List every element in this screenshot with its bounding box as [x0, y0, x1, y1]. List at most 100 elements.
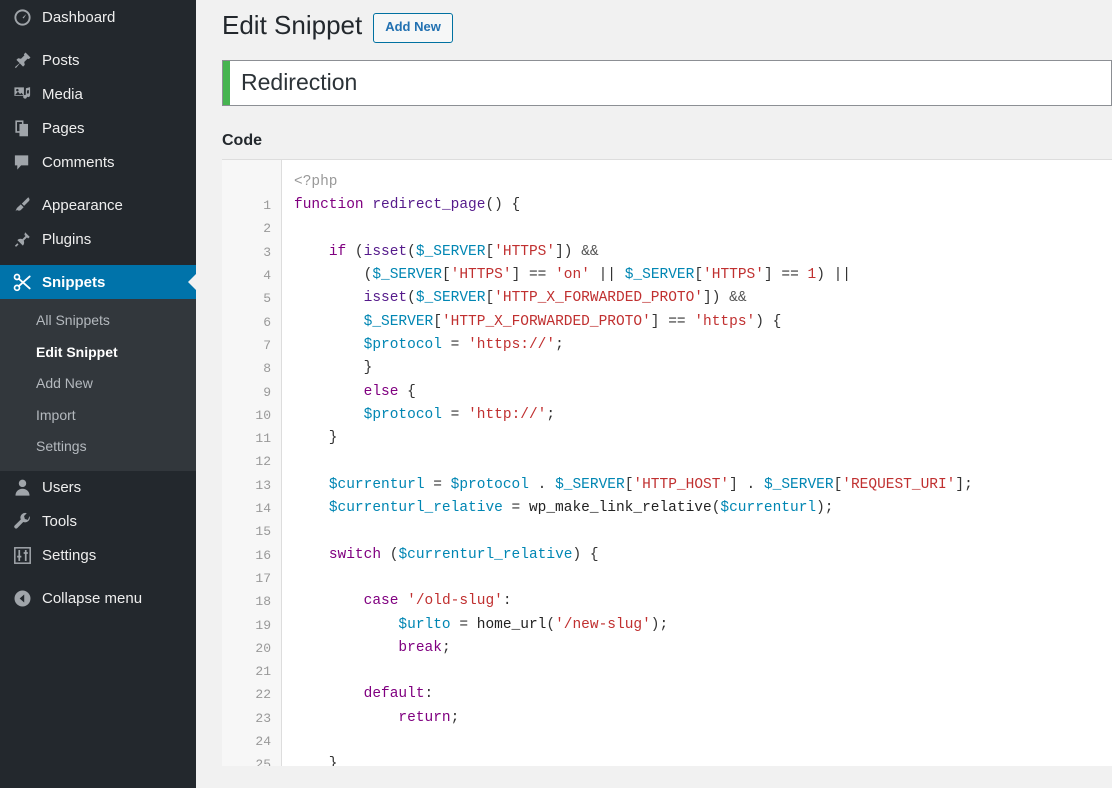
code-token-kw: case: [363, 593, 399, 610]
code-token-kw: return: [398, 709, 451, 726]
sidebar-item-tools[interactable]: Tools: [0, 505, 196, 539]
code-token-var: $_SERVER: [372, 267, 442, 284]
code-line: if (isset($_SERVER['HTTPS']) &&: [294, 241, 1112, 264]
line-number: 12: [255, 454, 271, 470]
plug-icon: [12, 229, 32, 249]
php-open-tag: <?php: [294, 173, 338, 190]
code-token-var: $_SERVER: [624, 267, 695, 284]
line-number: 16: [255, 547, 271, 563]
code-token-pl: =: [441, 336, 469, 353]
sidebar-item-media[interactable]: Media: [0, 77, 196, 111]
sidebar-item-dashboard[interactable]: Dashboard: [0, 0, 196, 34]
snippet-active-accent-bar: [223, 60, 231, 105]
code-token-pl: }: [294, 430, 338, 447]
snippet-title-input[interactable]: [231, 60, 1111, 105]
code-token-pl: =: [502, 500, 529, 517]
code-token-var: $_SERVER: [415, 290, 486, 307]
pin-icon: [12, 50, 32, 70]
line-number: 6: [263, 314, 271, 330]
code-token-pl: }: [294, 360, 373, 377]
add-new-button[interactable]: Add New: [373, 13, 453, 43]
code-token-str: 'HTTP_X_FORWARDED_PROTO': [441, 313, 651, 330]
code-token-pl: (: [346, 243, 364, 260]
submenu-item-edit-snippet[interactable]: Edit Snippet: [0, 337, 196, 369]
line-number: 18: [255, 594, 271, 610]
submenu-item-add-new[interactable]: Add New: [0, 368, 196, 400]
code-token-op: &&: [729, 290, 747, 307]
code-token-pl: ||: [589, 267, 625, 284]
sidebar-item-collapse-menu[interactable]: Collapse menu: [0, 582, 196, 616]
sidebar-submenu-snippets: All Snippets Edit Snippet Add New Import Set…: [0, 299, 196, 471]
code-token-str: 'https://': [468, 336, 556, 353]
code-section-label: Code: [222, 131, 262, 149]
code-editor[interactable]: .123456789101112131415161718192021222324…: [222, 158, 1112, 766]
comments-icon: [12, 152, 32, 172]
code-token-pl: (: [546, 616, 556, 633]
sidebar-item-label: Media: [42, 85, 83, 103]
code-token-pl: [: [441, 267, 451, 284]
page-header: Edit Snippet Add New: [196, 0, 1112, 43]
code-line: }: [294, 357, 1112, 380]
line-number: 22: [255, 687, 271, 703]
code-token-pl: ];: [955, 476, 973, 493]
brush-icon: [12, 195, 32, 215]
sidebar-item-label: Posts: [42, 51, 80, 69]
line-number: 9: [263, 384, 271, 400]
code-line: }: [294, 753, 1112, 766]
code-line-php-open: <?php: [294, 171, 1112, 194]
code-token-pl: ] ==: [650, 313, 695, 330]
wordpress-admin-screen: Dashboard Posts Media Pages Comments Appearan…: [0, 0, 1112, 788]
line-number: 1: [263, 198, 271, 214]
code-token-str: 'HTTPS': [703, 267, 764, 284]
line-number: 21: [255, 664, 271, 680]
code-token-kw: default: [363, 686, 425, 703]
sidebar-item-label: Users: [42, 479, 82, 497]
code-token-str: 'HTTPS': [450, 267, 512, 284]
code-token-var: $currenturl_relative: [328, 500, 503, 517]
line-number: 11: [255, 431, 271, 447]
code-token-var: $_SERVER: [415, 243, 486, 260]
code-token-pl: (: [381, 546, 399, 563]
page-title: Edit Snippet: [222, 10, 363, 41]
sidebar-item-label: Appearance: [42, 196, 123, 214]
code-token-pl: [: [485, 243, 495, 260]
sidebar-item-snippets[interactable]: Snippets: [0, 265, 196, 299]
submenu-item-all-snippets[interactable]: All Snippets: [0, 305, 196, 337]
sidebar-item-posts[interactable]: Posts: [0, 43, 196, 77]
code-line: isset($_SERVER['HTTP_X_FORWARDED_PROTO']…: [294, 287, 1112, 310]
code-text-area[interactable]: <?php function redirect_page() { if (isse…: [282, 160, 1112, 766]
sidebar-separator: [0, 34, 196, 43]
code-token-str: 'HTTP_HOST': [633, 476, 730, 493]
code-token-str: 'on': [555, 267, 590, 284]
wrench-icon: [12, 512, 32, 532]
sidebar-item-label: Settings: [42, 547, 97, 565]
submenu-item-import[interactable]: Import: [0, 400, 196, 432]
code-token-var: $protocol: [450, 476, 529, 493]
sidebar-item-appearance[interactable]: Appearance: [0, 188, 196, 222]
code-token-pl: ) {: [572, 546, 599, 563]
submenu-item-settings[interactable]: Settings: [0, 431, 196, 463]
main-content: Edit Snippet Add New Code .1234567891011…: [196, 0, 1112, 788]
sidebar-item-pages[interactable]: Pages: [0, 111, 196, 145]
code-token-var: $protocol: [363, 406, 442, 423]
sidebar-item-plugins[interactable]: Plugins: [0, 222, 196, 256]
sidebar-item-settings[interactable]: Settings: [0, 539, 196, 573]
sidebar-item-users[interactable]: Users: [0, 471, 196, 505]
code-token-pl: {: [398, 383, 416, 400]
code-line-number-gutter: .123456789101112131415161718192021222324…: [222, 159, 282, 766]
line-number: 10: [255, 407, 271, 423]
code-line: $urlto = home_url('/new-slug');: [294, 614, 1112, 637]
sidebar-item-comments[interactable]: Comments: [0, 145, 196, 179]
code-line: $protocol = 'https://';: [294, 334, 1112, 357]
